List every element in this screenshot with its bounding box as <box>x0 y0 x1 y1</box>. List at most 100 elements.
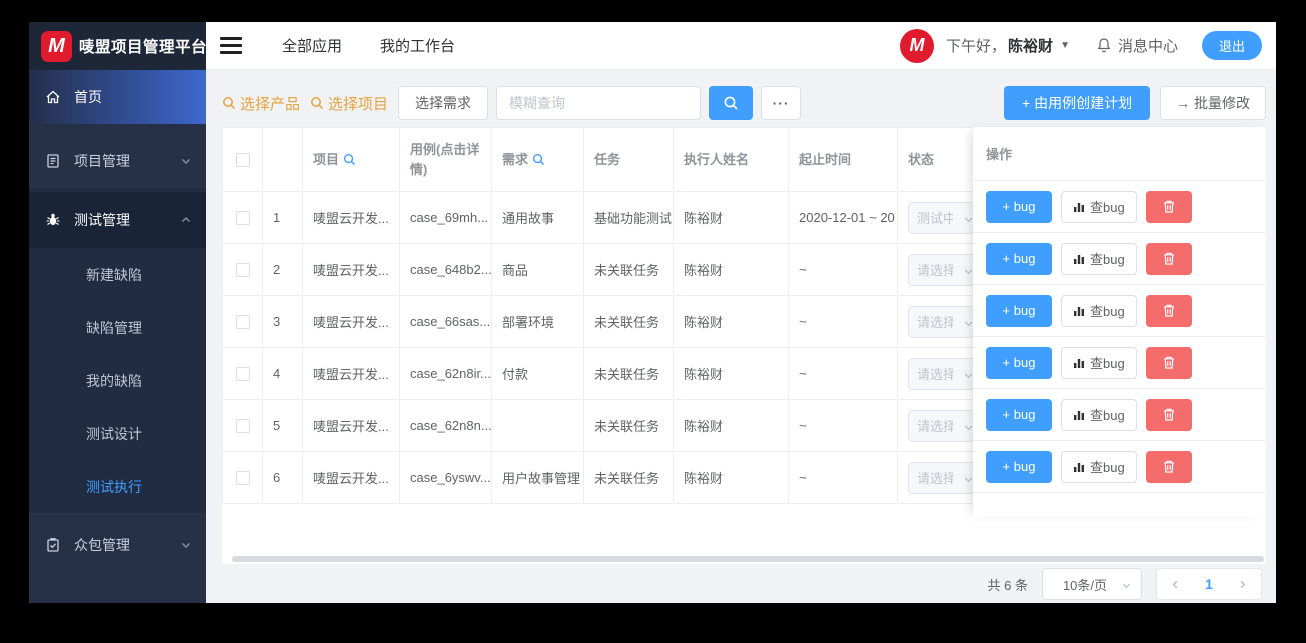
row-checkbox[interactable] <box>235 314 250 329</box>
cell-task: 未关联任务 <box>584 296 674 348</box>
page-size-select[interactable]: 10条/页 <box>1042 568 1142 600</box>
search-icon[interactable] <box>343 153 356 166</box>
sidebar-item-test-mgmt[interactable]: 测试管理 <box>29 192 206 248</box>
cell-demand: 用户故事管理 <box>492 452 584 504</box>
header-project: 项目 <box>303 128 400 192</box>
menu-all-apps[interactable]: 全部应用 <box>282 35 342 56</box>
status-select[interactable]: 请选择 <box>908 461 983 494</box>
menu-workbench[interactable]: 我的工作台 <box>380 35 455 56</box>
batch-edit-button[interactable]: → 批量修改 <box>1160 86 1266 120</box>
sidebar-item-project-mgmt[interactable]: 项目管理 <box>29 134 206 188</box>
view-bug-label: 查bug <box>1090 460 1125 475</box>
select-project-link[interactable]: 选择项目 <box>310 93 388 114</box>
add-bug-button[interactable]: + bug <box>986 450 1052 483</box>
delete-button[interactable] <box>1145 346 1192 379</box>
add-bug-button[interactable]: + bug <box>986 190 1052 223</box>
row-checkbox[interactable] <box>235 418 250 433</box>
select-product-link[interactable]: 选择产品 <box>222 93 300 114</box>
avatar[interactable]: M <box>900 28 935 63</box>
view-bug-button[interactable]: 查bug <box>1061 242 1137 275</box>
status-select-value: 测试中 <box>917 211 953 226</box>
search-button[interactable] <box>709 86 754 120</box>
message-center[interactable]: 消息中心 <box>1096 35 1178 56</box>
view-bug-button[interactable]: 查bug <box>1061 190 1137 223</box>
status-select[interactable]: 请选择 <box>908 357 983 390</box>
trash-icon <box>1163 304 1174 317</box>
cell-case[interactable]: case_69mh... <box>400 192 492 244</box>
sidebar-group-test: 测试管理 新建缺陷 缺陷管理 我的缺陷 测试设计 测试执行 <box>29 188 206 513</box>
add-bug-button[interactable]: + bug <box>986 398 1052 431</box>
caret-down-icon: ▼ <box>1060 40 1070 51</box>
delete-button[interactable] <box>1145 294 1192 327</box>
cell-index: 5 <box>263 400 303 452</box>
cell-index: 2 <box>263 244 303 296</box>
row-checkbox[interactable] <box>235 210 250 225</box>
cell-case[interactable]: case_62n8n... <box>400 400 492 452</box>
sidebar-item-clipped[interactable] <box>29 593 206 603</box>
status-select[interactable]: 测试中 <box>908 201 983 234</box>
status-select[interactable]: 请选择 <box>908 409 983 442</box>
row-checkbox[interactable] <box>235 262 250 277</box>
view-bug-button[interactable]: 查bug <box>1061 450 1137 483</box>
more-actions-button[interactable]: ··· <box>761 86 802 120</box>
bar-chart-icon <box>1074 462 1084 472</box>
next-page-button[interactable] <box>1237 579 1248 590</box>
hamburger-menu-icon[interactable] <box>220 37 242 54</box>
cell-case[interactable]: case_6yswv... <box>400 452 492 504</box>
sidebar-item-test-design[interactable]: 测试设计 <box>29 407 206 460</box>
topbar: 全部应用 我的工作台 M 下午好， 陈裕财 ▼ 消息中心 退出 <box>206 22 1276 70</box>
add-bug-button[interactable]: + bug <box>986 242 1052 275</box>
create-plan-button[interactable]: + 由用例创建计划 <box>1004 86 1151 120</box>
view-bug-button[interactable]: 查bug <box>1061 398 1137 431</box>
message-center-label: 消息中心 <box>1117 38 1178 55</box>
view-bug-button[interactable]: 查bug <box>1061 346 1137 379</box>
delete-button[interactable] <box>1145 242 1192 275</box>
clipboard-check-icon <box>47 538 59 552</box>
row-checkbox[interactable] <box>235 470 250 485</box>
fuzzy-search-input[interactable] <box>496 86 702 120</box>
user-dropdown[interactable]: 下午好， 陈裕财 ▼ <box>946 35 1070 56</box>
current-page[interactable]: 1 <box>1205 576 1213 592</box>
delete-button[interactable] <box>1145 190 1192 223</box>
document-icon <box>47 154 59 168</box>
select-demand-button[interactable]: 选择需求 <box>398 86 489 120</box>
select-all-checkbox[interactable] <box>235 152 250 167</box>
chevron-down-icon <box>180 155 192 167</box>
brand-title: 唛盟项目管理平台 <box>79 39 206 56</box>
delete-button[interactable] <box>1145 450 1192 483</box>
add-bug-button[interactable]: + bug <box>986 346 1052 379</box>
row-checkbox[interactable] <box>235 366 250 381</box>
status-select[interactable]: 请选择 <box>908 305 983 338</box>
header-task: 任务 <box>584 128 674 192</box>
add-bug-button[interactable]: + bug <box>986 294 1052 327</box>
brand-logo-icon: M <box>41 30 72 62</box>
delete-button[interactable] <box>1145 398 1192 431</box>
cell-dates: ~ <box>789 296 898 348</box>
prev-page-button[interactable] <box>1170 579 1181 590</box>
cell-demand: 通用故事 <box>492 192 584 244</box>
bar-chart-icon <box>1074 202 1084 212</box>
sidebar-item-crowd-mgmt[interactable]: 众包管理 <box>29 517 206 573</box>
greeting-text: 下午好， <box>946 38 1007 55</box>
view-bug-button[interactable]: 查bug <box>1061 294 1137 327</box>
cell-case[interactable]: case_62n8ir... <box>400 348 492 400</box>
search-icon[interactable] <box>532 153 545 166</box>
sidebar-item-new-defect[interactable]: 新建缺陷 <box>29 248 206 301</box>
sidebar-item-label: 众包管理 <box>74 537 130 553</box>
table-footer: 共 6 条 10条/页 1 <box>222 564 1266 603</box>
sidebar-item-test-execution[interactable]: 测试执行 <box>29 460 206 513</box>
cell-dates: 2020-12-01 ~ 20 <box>789 192 898 244</box>
test-plan-table: 项目 用例(点击详情) 需求 任务 执行人姓名 起止时间 状态 1 唛盟云开发.… <box>222 127 1266 564</box>
cell-executor: 陈裕财 <box>674 244 789 296</box>
sidebar-item-label: 首页 <box>74 89 102 105</box>
sidebar-item-defect-mgmt[interactable]: 缺陷管理 <box>29 301 206 354</box>
cell-case[interactable]: case_648b2... <box>400 244 492 296</box>
sidebar: M 唛盟项目管理平台 首页 项目管理 测试管理 新建缺陷 缺陷管理 我的缺陷 测… <box>29 22 206 603</box>
horizontal-scrollbar[interactable] <box>232 556 1264 562</box>
sidebar-item-my-defects[interactable]: 我的缺陷 <box>29 354 206 407</box>
cell-case[interactable]: case_66sas... <box>400 296 492 348</box>
logout-button[interactable]: 退出 <box>1201 31 1262 60</box>
status-select[interactable]: 请选择 <box>908 253 983 286</box>
sidebar-item-home[interactable]: 首页 <box>29 70 206 124</box>
trash-icon <box>1163 408 1174 421</box>
